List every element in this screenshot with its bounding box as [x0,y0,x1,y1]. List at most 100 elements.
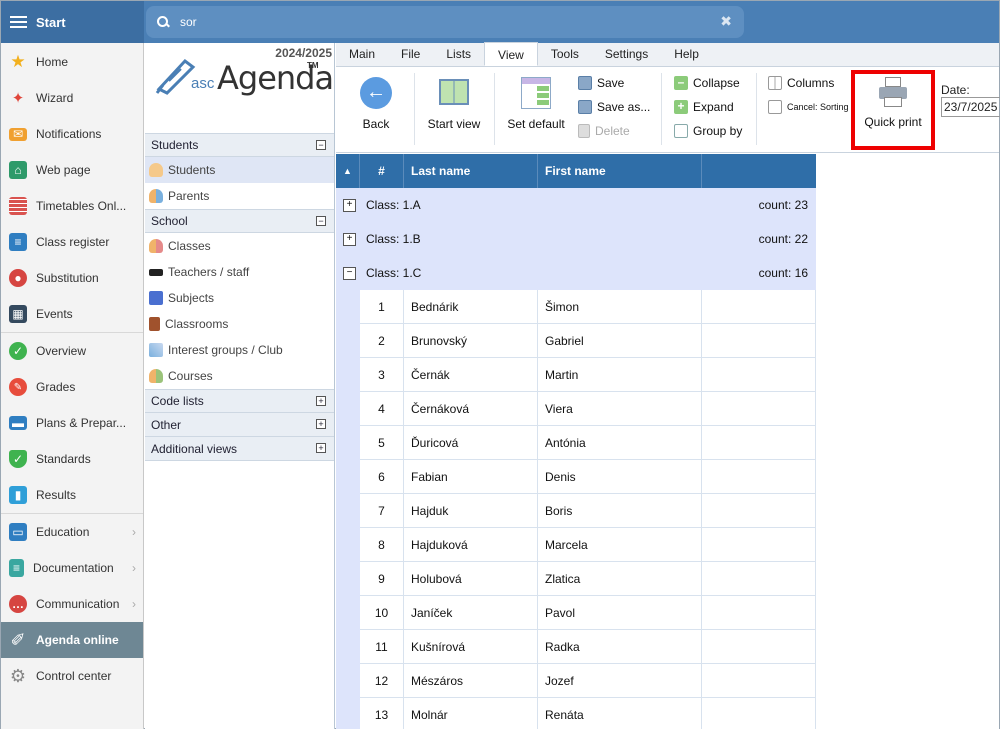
section-other-header[interactable]: Other + [145,413,334,437]
expand-group-icon[interactable]: + [343,198,356,212]
cell-last-name[interactable]: Černák [404,358,538,392]
cell-first-name[interactable]: Šimon [538,290,702,324]
cell-last-name[interactable]: Mészáros [404,664,538,698]
cell-empty[interactable] [702,494,816,528]
section-school-header[interactable]: School − [145,209,334,233]
group-row[interactable]: + Class: 1.A count: 23 [336,188,816,222]
panel-item-students[interactable]: Students [145,157,334,183]
cell-last-name[interactable]: Bednárik [404,290,538,324]
nav-notifications[interactable]: ✉ Notifications [1,116,143,152]
cell-last-name[interactable]: Fabian [404,460,538,494]
cell-last-name[interactable]: Brunovský [404,324,538,358]
nav-communication[interactable]: … Communication › [1,586,143,622]
tab-file[interactable]: File [388,42,433,66]
panel-item-subjects[interactable]: Subjects [145,285,334,311]
group-row[interactable]: − Class: 1.C count: 16 [336,256,816,290]
panel-item-courses[interactable]: Courses [145,363,334,389]
start-view-button[interactable]: Start view [424,79,484,131]
cell-empty[interactable] [702,596,816,630]
cell-number[interactable]: 12 [360,664,404,698]
save-as-button[interactable]: Save as... [578,100,650,114]
nav-education[interactable]: ▭ Education › [1,514,143,550]
section-additional-views-header[interactable]: Additional views + [145,437,334,461]
nav-web-page[interactable]: ⌂ Web page [1,152,143,188]
cell-empty[interactable] [702,460,816,494]
table-row[interactable]: 11 Kušnírová Radka [336,630,816,664]
table-row[interactable]: 5 Ďuricová Antónia [336,426,816,460]
search-input[interactable]: sor [180,15,197,29]
tab-main[interactable]: Main [336,42,388,66]
nav-agenda-online[interactable]: ✐ Agenda online [1,622,143,658]
cell-number[interactable]: 10 [360,596,404,630]
cell-first-name[interactable]: Gabriel [538,324,702,358]
clear-search-icon[interactable]: ✖ [720,13,732,30]
cell-first-name[interactable]: Marcela [538,528,702,562]
cell-number[interactable]: 5 [360,426,404,460]
group-row[interactable]: + Class: 1.B count: 22 [336,222,816,256]
table-row[interactable]: 3 Černák Martin [336,358,816,392]
panel-item-parents[interactable]: Parents [145,183,334,209]
cell-number[interactable]: 13 [360,698,404,729]
delete-button[interactable]: Delete [578,124,630,138]
columns-button[interactable]: Columns [768,76,834,90]
nav-substitution[interactable]: ● Substitution [1,260,143,296]
cell-number[interactable]: 3 [360,358,404,392]
nav-class-register[interactable]: ≡ Class register [1,224,143,260]
cell-empty[interactable] [702,562,816,596]
collapse-toggle-icon[interactable]: − [316,216,326,226]
expand-button[interactable]: + Expand [674,100,734,114]
nav-events[interactable]: ▦ Events [1,296,143,332]
section-code-lists-header[interactable]: Code lists + [145,389,334,413]
column-header-last-name[interactable]: Last name [404,154,538,188]
search-box[interactable]: sor ✖ [146,6,744,38]
nav-timetables[interactable]: Timetables Onl... [1,188,143,224]
group-by-button[interactable]: Group by [674,124,742,138]
cell-empty[interactable] [702,426,816,460]
cell-number[interactable]: 11 [360,630,404,664]
section-students-header[interactable]: Students − [145,133,334,157]
nav-plans[interactable]: ▬ Plans & Prepar... [1,405,143,441]
cell-number[interactable]: 8 [360,528,404,562]
panel-item-classes[interactable]: Classes [145,233,334,259]
cancel-sorting-button[interactable]: Cancel: Sorting [768,100,849,114]
nav-wizard[interactable]: ✦ Wizard [1,80,143,116]
expand-group-icon[interactable]: + [343,232,356,246]
collapse-group-icon[interactable]: − [343,266,356,280]
tab-tools[interactable]: Tools [538,42,592,66]
cell-first-name[interactable]: Denis [538,460,702,494]
back-button[interactable]: ← Back [360,77,392,131]
column-header-number[interactable]: # [360,154,404,188]
cell-first-name[interactable]: Boris [538,494,702,528]
cell-first-name[interactable]: Zlatica [538,562,702,596]
cell-number[interactable]: 1 [360,290,404,324]
table-row[interactable]: 7 Hajduk Boris [336,494,816,528]
save-button[interactable]: Save [578,76,624,90]
cell-last-name[interactable]: Janíček [404,596,538,630]
tab-view[interactable]: View [484,42,538,66]
collapse-button[interactable]: – Collapse [674,76,740,90]
cell-empty[interactable] [702,664,816,698]
table-row[interactable]: 10 Janíček Pavol [336,596,816,630]
cell-empty[interactable] [702,698,816,729]
cell-empty[interactable] [702,290,816,324]
cell-first-name[interactable]: Renáta [538,698,702,729]
nav-documentation[interactable]: ≡ Documentation › [1,550,143,586]
nav-results[interactable]: ▮ Results [1,477,143,513]
sort-column-header[interactable]: ▲ [336,154,360,188]
set-default-button[interactable]: Set default [504,77,568,131]
cell-first-name[interactable]: Jozef [538,664,702,698]
expand-toggle-icon[interactable]: + [316,419,326,429]
nav-standards[interactable]: ✓ Standards [1,441,143,477]
cell-last-name[interactable]: Ďuricová [404,426,538,460]
nav-grades[interactable]: ✎ Grades [1,369,143,405]
table-row[interactable]: 9 Holubová Zlatica [336,562,816,596]
column-header-first-name[interactable]: First name [538,154,702,188]
tab-lists[interactable]: Lists [433,42,484,66]
cell-number[interactable]: 7 [360,494,404,528]
tab-settings[interactable]: Settings [592,42,661,66]
date-input[interactable]: 23/7/2025 [941,97,1000,117]
cell-last-name[interactable]: Kušnírová [404,630,538,664]
panel-item-teachers[interactable]: Teachers / staff [145,259,334,285]
cell-empty[interactable] [702,528,816,562]
cell-number[interactable]: 4 [360,392,404,426]
